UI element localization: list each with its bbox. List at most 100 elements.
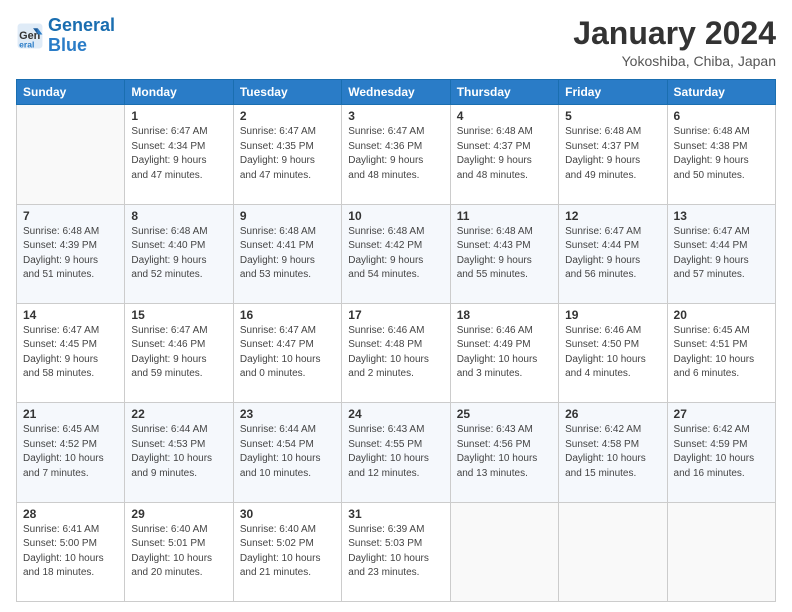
day-info: Sunrise: 6:48 AM Sunset: 4:38 PM Dayligh… (674, 125, 769, 183)
week-row-5: 28Sunrise: 6:41 AM Sunset: 5:00 PM Dayli… (17, 502, 776, 601)
day-number: 2 (240, 109, 335, 123)
day-cell: 8Sunrise: 6:48 AM Sunset: 4:40 PM Daylig… (125, 204, 233, 303)
day-info: Sunrise: 6:47 AM Sunset: 4:44 PM Dayligh… (565, 225, 660, 283)
day-cell (667, 502, 775, 601)
day-number: 16 (240, 308, 335, 322)
day-info: Sunrise: 6:48 AM Sunset: 4:42 PM Dayligh… (348, 225, 443, 283)
day-info: Sunrise: 6:39 AM Sunset: 5:03 PM Dayligh… (348, 523, 443, 581)
day-number: 11 (457, 209, 552, 223)
day-info: Sunrise: 6:48 AM Sunset: 4:37 PM Dayligh… (457, 125, 552, 183)
day-cell: 27 Sunrise: 6:42 AM Sunset: 4:59 PM Dayli… (667, 403, 775, 502)
day-info: Sunrise: 6:41 AM Sunset: 5:00 PM Dayligh… (23, 523, 118, 581)
day-info: Sunrise: 6:47 AM Sunset: 4:46 PM Dayligh… (131, 324, 226, 382)
day-number: 13 (674, 209, 769, 223)
day-cell: 7Sunrise: 6:48 AM Sunset: 4:39 PM Daylig… (17, 204, 125, 303)
day-cell: 22Sunrise: 6:44 AM Sunset: 4:53 PM Dayli… (125, 403, 233, 502)
day-info: Sunrise: 6:43 AM Sunset: 4:55 PM Dayligh… (348, 423, 443, 481)
week-row-1: 1 Sunrise: 6:47 AM Sunset: 4:34 PM Daylig… (17, 105, 776, 204)
day-info: Sunrise: 6:47 AM Sunset: 4:45 PM Dayligh… (23, 324, 118, 382)
week-row-3: 14 Sunrise: 6:47 AM Sunset: 4:45 PM Dayli… (17, 303, 776, 402)
day-number: 17 (348, 308, 443, 322)
day-number: 25 (457, 407, 552, 421)
day-number: 3 (348, 109, 443, 123)
day-cell: 3 Sunrise: 6:47 AM Sunset: 4:36 PM Daylig… (342, 105, 450, 204)
day-number: 10 (348, 209, 443, 223)
day-cell: 18 Sunrise: 6:46 AM Sunset: 4:49 PM Dayli… (450, 303, 558, 402)
day-cell (450, 502, 558, 601)
day-cell: 28Sunrise: 6:41 AM Sunset: 5:00 PM Dayli… (17, 502, 125, 601)
day-number: 22 (131, 407, 226, 421)
day-cell: 4 Sunrise: 6:48 AM Sunset: 4:37 PM Daylig… (450, 105, 558, 204)
day-cell: 19Sunrise: 6:46 AM Sunset: 4:50 PM Dayli… (559, 303, 667, 402)
day-info: Sunrise: 6:47 AM Sunset: 4:47 PM Dayligh… (240, 324, 335, 382)
day-number: 30 (240, 507, 335, 521)
day-cell: 31Sunrise: 6:39 AM Sunset: 5:03 PM Dayli… (342, 502, 450, 601)
day-cell: 25Sunrise: 6:43 AM Sunset: 4:56 PM Dayli… (450, 403, 558, 502)
col-header-monday: Monday (125, 80, 233, 105)
day-info: Sunrise: 6:46 AM Sunset: 4:49 PM Dayligh… (457, 324, 552, 382)
day-cell: 20 Sunrise: 6:45 AM Sunset: 4:51 PM Dayli… (667, 303, 775, 402)
col-header-sunday: Sunday (17, 80, 125, 105)
day-info: Sunrise: 6:47 AM Sunset: 4:36 PM Dayligh… (348, 125, 443, 183)
day-cell: 9 Sunrise: 6:48 AM Sunset: 4:41 PM Daylig… (233, 204, 341, 303)
day-cell (17, 105, 125, 204)
svg-text:eral: eral (19, 39, 34, 49)
day-number: 9 (240, 209, 335, 223)
day-cell: 13 Sunrise: 6:47 AM Sunset: 4:44 PM Dayli… (667, 204, 775, 303)
day-number: 4 (457, 109, 552, 123)
day-cell: 10 Sunrise: 6:48 AM Sunset: 4:42 PM Dayli… (342, 204, 450, 303)
day-info: Sunrise: 6:48 AM Sunset: 4:41 PM Dayligh… (240, 225, 335, 283)
day-number: 1 (131, 109, 226, 123)
day-number: 18 (457, 308, 552, 322)
day-info: Sunrise: 6:45 AM Sunset: 4:51 PM Dayligh… (674, 324, 769, 382)
day-info: Sunrise: 6:44 AM Sunset: 4:54 PM Dayligh… (240, 423, 335, 481)
week-row-2: 7Sunrise: 6:48 AM Sunset: 4:39 PM Daylig… (17, 204, 776, 303)
day-info: Sunrise: 6:48 AM Sunset: 4:43 PM Dayligh… (457, 225, 552, 283)
col-header-thursday: Thursday (450, 80, 558, 105)
calendar-page: Gen eral General Blue January 2024 Yokos… (0, 0, 792, 612)
day-cell: 11 Sunrise: 6:48 AM Sunset: 4:43 PM Dayli… (450, 204, 558, 303)
header: Gen eral General Blue January 2024 Yokos… (16, 16, 776, 69)
day-number: 6 (674, 109, 769, 123)
day-cell: 29Sunrise: 6:40 AM Sunset: 5:01 PM Dayli… (125, 502, 233, 601)
day-info: Sunrise: 6:46 AM Sunset: 4:48 PM Dayligh… (348, 324, 443, 382)
logo-text: General Blue (48, 16, 115, 56)
logo: Gen eral General Blue (16, 16, 115, 56)
calendar-table: SundayMondayTuesdayWednesdayThursdayFrid… (16, 79, 776, 602)
day-info: Sunrise: 6:42 AM Sunset: 4:58 PM Dayligh… (565, 423, 660, 481)
day-cell: 21Sunrise: 6:45 AM Sunset: 4:52 PM Dayli… (17, 403, 125, 502)
day-cell: 16 Sunrise: 6:47 AM Sunset: 4:47 PM Dayli… (233, 303, 341, 402)
day-number: 24 (348, 407, 443, 421)
day-cell (559, 502, 667, 601)
logo-blue: Blue (48, 35, 87, 55)
day-info: Sunrise: 6:47 AM Sunset: 4:34 PM Dayligh… (131, 125, 226, 183)
title-block: January 2024 Yokoshiba, Chiba, Japan (573, 16, 776, 69)
day-info: Sunrise: 6:47 AM Sunset: 4:35 PM Dayligh… (240, 125, 335, 183)
logo-general: General (48, 15, 115, 35)
day-cell: 30Sunrise: 6:40 AM Sunset: 5:02 PM Dayli… (233, 502, 341, 601)
day-info: Sunrise: 6:40 AM Sunset: 5:01 PM Dayligh… (131, 523, 226, 581)
day-cell: 26 Sunrise: 6:42 AM Sunset: 4:58 PM Dayli… (559, 403, 667, 502)
day-info: Sunrise: 6:47 AM Sunset: 4:44 PM Dayligh… (674, 225, 769, 283)
day-number: 7 (23, 209, 118, 223)
day-info: Sunrise: 6:42 AM Sunset: 4:59 PM Dayligh… (674, 423, 769, 481)
day-cell: 24 Sunrise: 6:43 AM Sunset: 4:55 PM Dayli… (342, 403, 450, 502)
day-info: Sunrise: 6:48 AM Sunset: 4:40 PM Dayligh… (131, 225, 226, 283)
day-info: Sunrise: 6:48 AM Sunset: 4:37 PM Dayligh… (565, 125, 660, 183)
day-number: 14 (23, 308, 118, 322)
day-number: 15 (131, 308, 226, 322)
day-number: 20 (674, 308, 769, 322)
logo-icon: Gen eral (16, 22, 44, 50)
col-header-tuesday: Tuesday (233, 80, 341, 105)
day-number: 21 (23, 407, 118, 421)
day-cell: 6 Sunrise: 6:48 AM Sunset: 4:38 PM Daylig… (667, 105, 775, 204)
col-header-wednesday: Wednesday (342, 80, 450, 105)
day-number: 27 (674, 407, 769, 421)
day-number: 26 (565, 407, 660, 421)
col-header-saturday: Saturday (667, 80, 775, 105)
col-header-friday: Friday (559, 80, 667, 105)
week-row-4: 21Sunrise: 6:45 AM Sunset: 4:52 PM Dayli… (17, 403, 776, 502)
subtitle: Yokoshiba, Chiba, Japan (573, 53, 776, 69)
day-number: 23 (240, 407, 335, 421)
day-number: 19 (565, 308, 660, 322)
